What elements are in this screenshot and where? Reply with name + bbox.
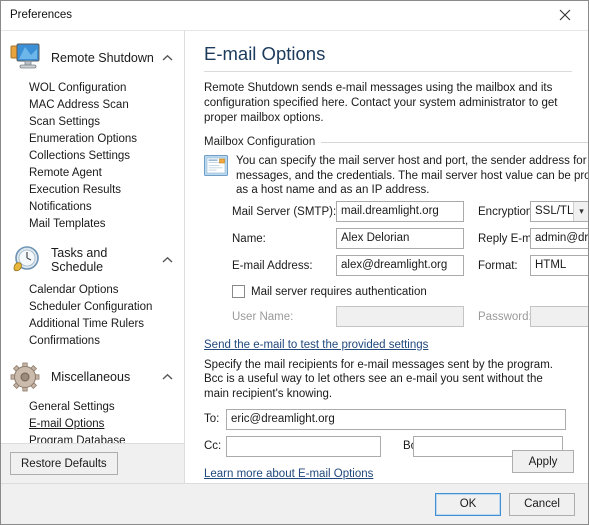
sidebar-item-mail-templates[interactable]: Mail Templates bbox=[1, 216, 184, 233]
sidebar-item-wol-configuration[interactable]: WOL Configuration bbox=[1, 80, 184, 97]
name-input[interactable]: Alex Delorian bbox=[336, 228, 464, 249]
cc-label: Cc: bbox=[204, 440, 222, 452]
mailbox-info-text: You can specify the mail server host and… bbox=[236, 155, 588, 196]
password-label: Password: bbox=[478, 310, 532, 323]
username-label: User Name: bbox=[232, 310, 294, 323]
auth-checkbox[interactable] bbox=[232, 285, 245, 298]
sidebar-group-tasks-and-schedule[interactable]: Tasks and Schedule bbox=[1, 239, 184, 281]
sidebar: Remote Shutdown WOL Configuration MAC Ad… bbox=[1, 30, 185, 483]
auth-checkbox-row[interactable]: Mail server requires authentication bbox=[232, 282, 588, 302]
password-input bbox=[530, 306, 588, 327]
page-intro-text: Remote Shutdown sends e-mail messages us… bbox=[204, 82, 558, 124]
to-label: To: bbox=[204, 413, 220, 425]
window-body: Remote Shutdown WOL Configuration MAC Ad… bbox=[1, 30, 588, 483]
sidebar-item-additional-time-rulers[interactable]: Additional Time Rulers bbox=[1, 316, 184, 333]
sidebar-item-enumeration-options[interactable]: Enumeration Options bbox=[1, 131, 184, 148]
sidebar-group-label: Miscellaneous bbox=[51, 370, 131, 384]
gear-icon bbox=[9, 360, 43, 394]
email-address-row: E-mail Address: alex@dreamlight.org Form… bbox=[232, 254, 588, 278]
mailbox-configuration-title-row: Mailbox Configuration bbox=[199, 136, 588, 148]
apply-button[interactable]: Apply bbox=[512, 450, 574, 473]
sidebar-item-general-settings[interactable]: General Settings bbox=[1, 399, 184, 416]
sidebar-item-remote-agent[interactable]: Remote Agent bbox=[1, 165, 184, 182]
name-label: Name: bbox=[232, 232, 266, 245]
encryption-select[interactable]: SSL/TL... ▾ bbox=[530, 201, 588, 222]
name-row: Name: Alex Delorian Reply E-mail: admin@… bbox=[232, 227, 588, 251]
sidebar-group-label: Tasks and Schedule bbox=[51, 246, 108, 274]
cancel-button[interactable]: Cancel bbox=[509, 492, 575, 516]
sidebar-item-mac-address-scan[interactable]: MAC Address Scan bbox=[1, 97, 184, 114]
test-settings-link-row: Send the e-mail to test the provided set… bbox=[199, 332, 588, 355]
sidebar-item-collections-settings[interactable]: Collections Settings bbox=[1, 148, 184, 165]
to-row: To: eric@dreamlight.org bbox=[204, 407, 572, 431]
chevron-up-icon[interactable] bbox=[158, 368, 176, 386]
cc-input[interactable] bbox=[226, 435, 381, 457]
sidebar-group-miscellaneous[interactable]: Miscellaneous bbox=[1, 356, 184, 398]
sidebar-scroll-area[interactable]: Remote Shutdown WOL Configuration MAC Ad… bbox=[1, 31, 184, 443]
sidebar-item-scheduler-configuration[interactable]: Scheduler Configuration bbox=[1, 299, 184, 316]
email-address-input[interactable]: alex@dreamlight.org bbox=[336, 255, 464, 276]
to-input[interactable]: eric@dreamlight.org bbox=[226, 408, 566, 430]
sidebar-group-remote-shutdown[interactable]: Remote Shutdown bbox=[1, 37, 184, 79]
chevron-up-icon[interactable] bbox=[158, 251, 176, 269]
title-divider bbox=[204, 71, 572, 72]
sidebar-footer: Restore Defaults bbox=[1, 443, 184, 483]
chevron-down-icon: ▾ bbox=[573, 202, 588, 221]
learn-more-link[interactable]: Learn more about E-mail Options bbox=[204, 468, 373, 480]
auth-checkbox-label: Mail server requires authentication bbox=[251, 285, 427, 298]
page-title: E-mail Options bbox=[204, 43, 326, 64]
window-title: Preferences bbox=[10, 9, 73, 21]
preferences-window: Preferences Remote Shutdown WOL Configur… bbox=[0, 0, 589, 525]
sidebar-group-items-miscellaneous: General Settings E-mail Options Program … bbox=[1, 398, 184, 443]
sidebar-group-label: Remote Shutdown bbox=[51, 51, 154, 65]
username-input bbox=[336, 306, 464, 327]
restore-defaults-button[interactable]: Restore Defaults bbox=[10, 452, 118, 475]
format-value: HTML bbox=[535, 259, 567, 271]
chevron-up-icon[interactable] bbox=[158, 49, 176, 67]
email-address-label: E-mail Address: bbox=[232, 259, 313, 272]
main-content: E-mail Options Remote Shutdown sends e-m… bbox=[185, 30, 588, 483]
sidebar-group-items-remote-shutdown: WOL Configuration MAC Address Scan Scan … bbox=[1, 79, 184, 239]
monitor-icon bbox=[9, 41, 43, 75]
mailbox-configuration-group: Mailbox Configuration You can specify th… bbox=[199, 136, 588, 355]
format-label: Format: bbox=[478, 259, 518, 272]
close-icon[interactable] bbox=[542, 1, 588, 30]
reply-email-input[interactable]: admin@dreamlight.org bbox=[530, 228, 588, 249]
format-select[interactable]: HTML ▾ bbox=[530, 255, 588, 276]
sidebar-group-items-tasks-and-schedule: Calendar Options Scheduler Configuration… bbox=[1, 281, 184, 356]
ok-button[interactable]: OK bbox=[435, 492, 501, 516]
recipients-description: Specify the mail recipients for e-mail m… bbox=[204, 358, 553, 400]
mail-server-row: Mail Server (SMTP): mail.dreamlight.org … bbox=[232, 200, 588, 224]
sidebar-item-calendar-options[interactable]: Calendar Options bbox=[1, 282, 184, 299]
clock-alarm-icon bbox=[9, 243, 43, 277]
sidebar-item-execution-results[interactable]: Execution Results bbox=[1, 182, 184, 199]
send-test-email-link[interactable]: Send the e-mail to test the provided set… bbox=[204, 339, 428, 351]
apply-row: Apply bbox=[512, 450, 574, 473]
dialog-footer: OK Cancel bbox=[1, 483, 588, 524]
reply-email-label: Reply E-mail: bbox=[478, 232, 547, 245]
credentials-row: User Name: Password: bbox=[232, 305, 588, 329]
mailbox-configuration-label: Mailbox Configuration bbox=[204, 136, 316, 148]
mail-server-input[interactable]: mail.dreamlight.org bbox=[336, 201, 464, 222]
encryption-value: SSL/TL... bbox=[535, 205, 573, 217]
sidebar-item-program-database[interactable]: Program Database bbox=[1, 433, 184, 443]
sidebar-item-scan-settings[interactable]: Scan Settings bbox=[1, 114, 184, 131]
sidebar-item-email-options[interactable]: E-mail Options bbox=[1, 416, 184, 433]
sidebar-item-notifications[interactable]: Notifications bbox=[1, 199, 184, 216]
mailbox-info-row: You can specify the mail server host and… bbox=[199, 148, 588, 200]
sidebar-item-confirmations[interactable]: Confirmations bbox=[1, 333, 184, 350]
mail-server-label: Mail Server (SMTP): bbox=[232, 205, 337, 218]
mailbox-form: Mail Server (SMTP): mail.dreamlight.org … bbox=[199, 200, 588, 329]
bcc-label: Bcc: bbox=[381, 440, 425, 452]
title-bar: Preferences bbox=[1, 1, 588, 30]
mail-settings-icon bbox=[204, 155, 228, 179]
encryption-label: Encryption: bbox=[478, 205, 536, 218]
group-divider bbox=[321, 141, 588, 143]
